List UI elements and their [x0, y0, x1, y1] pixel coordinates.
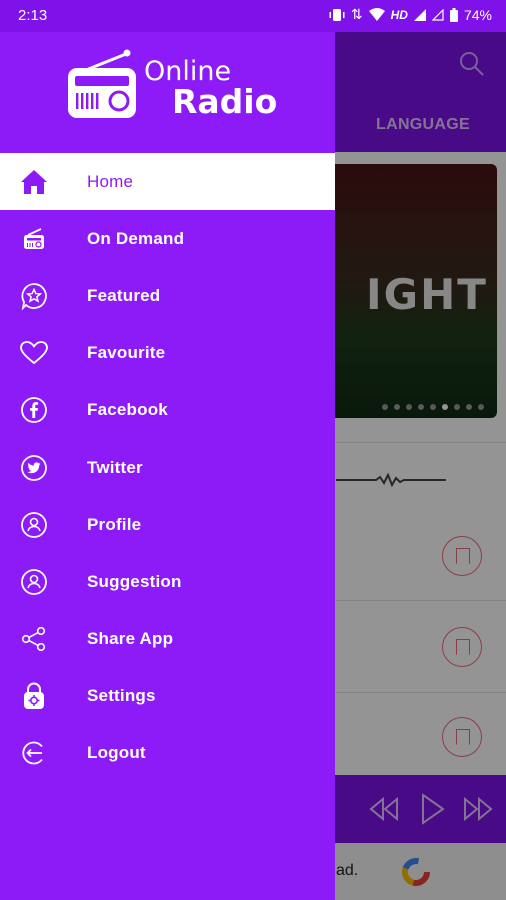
menu-item-twitter[interactable]: Twitter: [0, 439, 335, 496]
radio-logo-icon: [68, 49, 136, 118]
menu-label: Featured: [87, 285, 161, 305]
status-bar: 2:13 ⇅ HD 74%: [0, 0, 506, 32]
logout-icon: [20, 739, 48, 767]
menu-item-featured[interactable]: Featured: [0, 267, 335, 324]
menu-label: Logout: [87, 743, 146, 763]
menu-label: Facebook: [87, 400, 168, 420]
profile-icon: [20, 511, 48, 539]
menu-item-facebook[interactable]: Facebook: [0, 382, 335, 439]
menu-label: Profile: [87, 514, 142, 534]
menu-item-profile[interactable]: Profile: [0, 496, 335, 553]
menu-item-on-demand[interactable]: On Demand: [0, 210, 335, 267]
signal-empty-icon: [431, 8, 444, 21]
menu-label: Twitter: [87, 457, 143, 477]
status-time: 2:13: [18, 7, 48, 24]
drawer-header: [0, 32, 335, 153]
heart-icon: [20, 339, 48, 367]
facebook-icon: [20, 396, 48, 424]
featured-star-icon: [20, 282, 48, 310]
vibrate-icon: [329, 8, 345, 21]
logo-text-radio: Radio: [172, 82, 278, 121]
data-arrows-icon: ⇅: [350, 6, 363, 22]
menu-label: On Demand: [87, 228, 185, 248]
menu-label: Suggestion: [87, 571, 182, 591]
menu-item-share-app[interactable]: Share App: [0, 611, 335, 668]
menu-item-settings[interactable]: Settings: [0, 668, 335, 725]
menu-label: Share App: [87, 629, 174, 649]
drawer-menu: Home On Demand Featured Favourite Facebo…: [0, 153, 335, 782]
battery-icon: [449, 7, 458, 22]
settings-lock-icon: [20, 682, 48, 710]
signal-icon: [413, 8, 426, 21]
menu-item-favourite[interactable]: Favourite: [0, 325, 335, 382]
menu-item-logout[interactable]: Logout: [0, 725, 335, 782]
radio-icon: [20, 225, 48, 253]
home-icon: [20, 168, 48, 196]
twitter-icon: [20, 454, 48, 482]
menu-item-home[interactable]: Home: [0, 153, 335, 211]
navigation-drawer: Online Radio Home On Demand Featured Fav…: [0, 0, 335, 900]
wifi-icon: [368, 8, 385, 21]
share-icon: [20, 625, 48, 653]
menu-label: Favourite: [87, 343, 166, 363]
menu-label: Home: [87, 171, 134, 191]
battery-percent: 74%: [463, 6, 492, 23]
network-type: HD: [390, 7, 408, 22]
status-icons: ⇅ HD 74%: [329, 6, 492, 23]
menu-label: Settings: [87, 686, 156, 706]
suggestion-icon: [20, 568, 48, 596]
menu-item-suggestion[interactable]: Suggestion: [0, 553, 335, 610]
